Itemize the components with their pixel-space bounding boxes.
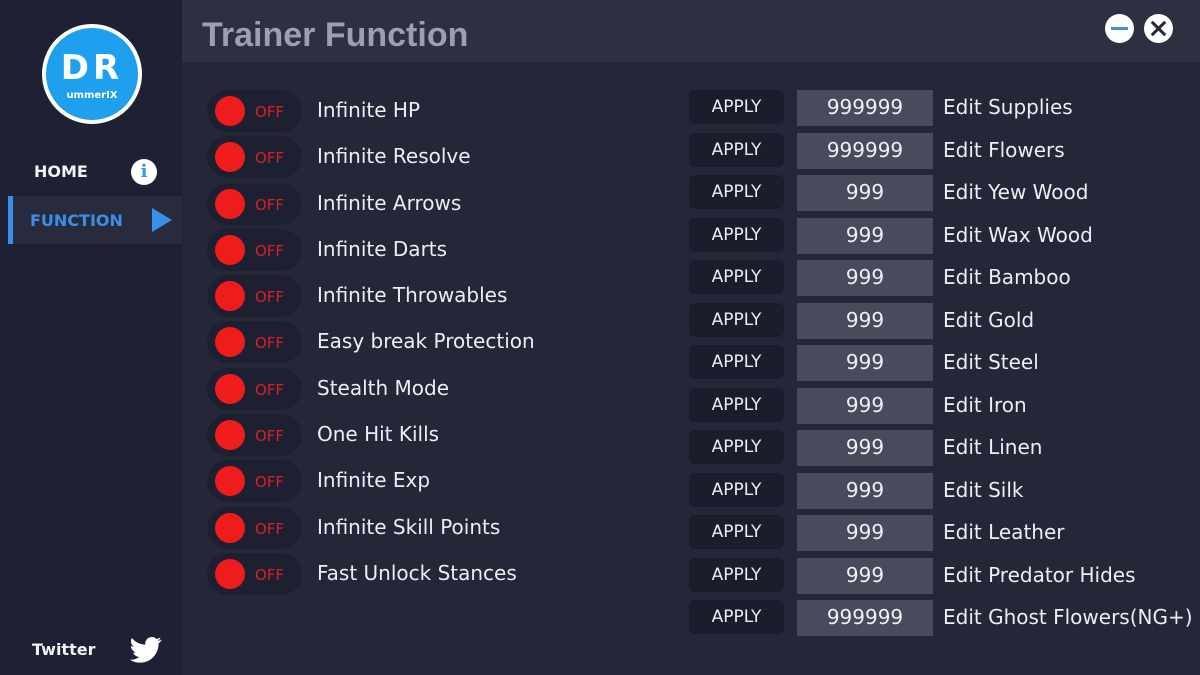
apply-button[interactable]: APPLY	[689, 557, 784, 592]
toggle-label: One Hit Kills	[317, 422, 440, 447]
edit-label: Edit Leather	[943, 520, 1065, 544]
toggle-switch[interactable]: OFF	[207, 506, 302, 549]
apply-button[interactable]: APPLY	[689, 90, 784, 124]
toggle-label: Stealth Mode	[317, 375, 450, 400]
toggle-label: Infinite Skill Points	[317, 514, 501, 539]
nav-item-home[interactable]: HOME i	[8, 147, 182, 195]
apply-button[interactable]: APPLY	[689, 345, 784, 379]
toggle-state-label: OFF	[255, 103, 285, 121]
apply-button[interactable]: APPLY	[689, 217, 784, 252]
info-icon[interactable]: i	[131, 159, 157, 185]
toggle-state-label: OFF	[255, 427, 285, 446]
toggle-label: Infinite Darts	[317, 236, 448, 261]
toggle-label: Infinite Exp	[317, 468, 431, 493]
value-input[interactable]: 999	[797, 472, 933, 509]
page-title: Trainer Function	[202, 16, 469, 54]
edit-label: Edit Wax Wood	[943, 222, 1093, 247]
toggle-state-label: OFF	[255, 473, 285, 492]
toggle-knob	[215, 373, 245, 404]
edit-label: Edit Iron	[943, 392, 1027, 417]
edit-label: Edit Steel	[943, 350, 1039, 374]
logo-subtitle: ummerIX	[66, 90, 118, 101]
toggle-switch[interactable]: OFF	[207, 182, 302, 225]
value-input[interactable]: 999	[797, 430, 933, 466]
apply-button[interactable]: APPLY	[689, 472, 784, 507]
toggle-switch[interactable]: OFF	[207, 90, 302, 132]
value-input[interactable]: 999	[797, 302, 933, 339]
edit-label: Edit Supplies	[943, 95, 1073, 119]
edit-label: Edit Predator Hides	[943, 562, 1136, 587]
toggle-label: Easy break Protection	[317, 329, 535, 354]
toggle-knob	[215, 281, 245, 312]
toggle-knob	[215, 420, 245, 451]
toggle-knob	[215, 558, 245, 589]
edit-label: Edit Bamboo	[943, 265, 1071, 289]
toggle-switch[interactable]: OFF	[207, 552, 302, 595]
toggle-switch[interactable]: OFF	[207, 367, 302, 410]
edit-label: Edit Yew Wood	[943, 180, 1089, 204]
toggle-state-label: OFF	[255, 334, 285, 353]
app-logo: DR ummerIX	[42, 24, 142, 124]
toggle-knob	[215, 327, 245, 358]
toggle-state-label: OFF	[255, 241, 285, 260]
toggle-knob	[215, 234, 245, 265]
apply-button[interactable]: APPLY	[689, 387, 784, 422]
nav-home-label: HOME	[34, 162, 88, 181]
toggle-state-label: OFF	[255, 380, 285, 399]
twitter-link[interactable]: Twitter	[32, 640, 95, 659]
toggle-label: Fast Unlock Stances	[317, 560, 517, 585]
sidebar: DR ummerIX HOME i FUNCTION Twitter	[0, 0, 182, 675]
toggle-label: Infinite Resolve	[317, 144, 471, 169]
edit-label: Edit Ghost Flowers(NG+)	[943, 605, 1193, 629]
nav-item-function[interactable]: FUNCTION	[8, 196, 182, 244]
toggle-knob	[215, 466, 245, 497]
twitter-bird-icon[interactable]	[130, 636, 162, 664]
toggle-knob	[215, 142, 245, 173]
toggle-knob	[215, 512, 245, 543]
header-bar: Trainer Function	[182, 0, 1200, 62]
toggle-switch[interactable]: OFF	[207, 136, 302, 179]
value-input[interactable]: 999	[797, 217, 933, 254]
apply-button[interactable]: APPLY	[689, 600, 784, 634]
toggle-state-label: OFF	[255, 565, 285, 584]
close-button[interactable]	[1144, 14, 1173, 43]
nav-function-label: FUNCTION	[30, 211, 123, 230]
toggle-knob	[215, 96, 245, 126]
toggle-state-label: OFF	[255, 195, 285, 214]
apply-button[interactable]: APPLY	[689, 260, 784, 294]
value-input[interactable]: 999	[797, 557, 933, 594]
edit-label: Edit Gold	[943, 307, 1035, 332]
apply-button[interactable]: APPLY	[689, 175, 784, 209]
toggle-label: Infinite Throwables	[317, 283, 508, 308]
edit-label: Edit Flowers	[943, 137, 1065, 162]
play-icon[interactable]	[152, 208, 172, 232]
toggle-switch[interactable]: OFF	[207, 321, 302, 364]
value-input[interactable]: 999999	[797, 600, 933, 636]
toggle-switch[interactable]: OFF	[207, 460, 302, 503]
edit-label: Edit Linen	[943, 435, 1043, 459]
apply-button[interactable]: APPLY	[689, 430, 784, 464]
apply-button[interactable]: APPLY	[689, 302, 784, 337]
edit-label: Edit Silk	[943, 477, 1024, 502]
toggle-label: Infinite HP	[317, 98, 421, 122]
value-input[interactable]: 999	[797, 345, 933, 381]
toggle-state-label: OFF	[255, 519, 285, 538]
minimize-button[interactable]	[1105, 14, 1134, 43]
value-input[interactable]: 999	[797, 260, 933, 296]
value-input[interactable]: 999999	[797, 90, 933, 126]
toggle-label: Infinite Arrows	[317, 190, 462, 215]
value-input[interactable]: 999	[797, 515, 933, 551]
toggle-knob	[215, 188, 245, 219]
logo-initials: DR	[60, 48, 124, 88]
toggle-state-label: OFF	[255, 288, 285, 307]
toggle-switch[interactable]: OFF	[207, 414, 302, 457]
apply-button[interactable]: APPLY	[689, 132, 784, 167]
value-input[interactable]: 999999	[797, 132, 933, 169]
value-input[interactable]: 999	[797, 175, 933, 211]
value-input[interactable]: 999	[797, 387, 933, 424]
toggle-switch[interactable]: OFF	[207, 275, 302, 318]
toggle-state-label: OFF	[255, 149, 285, 168]
toggle-switch[interactable]: OFF	[207, 228, 302, 271]
apply-button[interactable]: APPLY	[689, 515, 784, 549]
